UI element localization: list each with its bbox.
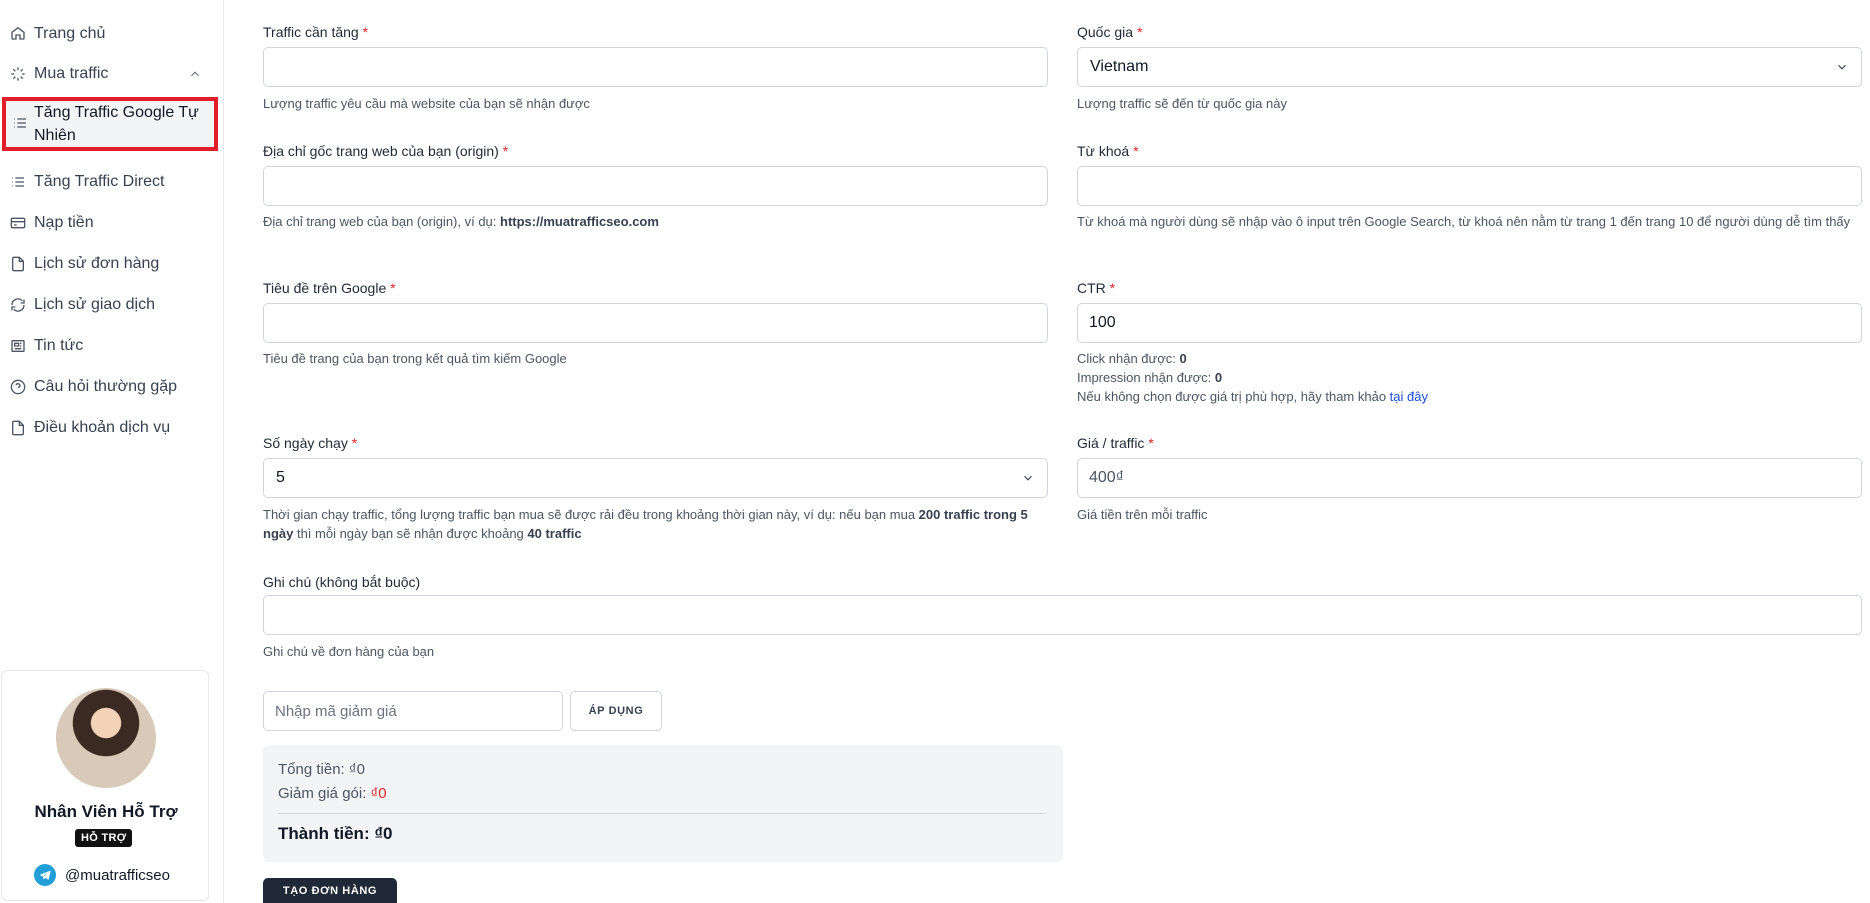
origin-input[interactable] <box>263 166 1048 206</box>
support-name: Nhân Viên Hỗ Trợ <box>34 802 178 821</box>
order-summary: Tổng tiền: ₫0 Giảm giá gói: ₫0 Thành tiề… <box>263 745 1063 862</box>
telegram-handle: @muatrafficseo <box>65 866 170 884</box>
note-input[interactable] <box>263 595 1862 635</box>
sidebar-item-direct[interactable]: Tăng Traffic Direct <box>0 170 224 194</box>
card-icon <box>10 215 26 231</box>
keyword-help: Từ khoá mà người dùng sẽ nhập vào ô inpu… <box>1077 214 1851 229</box>
days-value: 5 <box>276 469 285 486</box>
file-icon <box>10 420 26 436</box>
sidebar-item-label: Lịch sử đơn hàng <box>34 255 160 272</box>
sidebar-item-terms[interactable]: Điều khoản dịch vụ <box>0 416 224 440</box>
title-input[interactable] <box>263 303 1048 343</box>
field-label: Tiêu đề trên Google * <box>263 280 396 296</box>
sidebar-item-transaction-history[interactable]: Lịch sử giao dịch <box>0 293 224 317</box>
apply-coupon-button[interactable]: ÁP DỤNG <box>570 691 662 731</box>
sidebar-item-label: Tăng Traffic Direct <box>34 173 165 190</box>
home-icon <box>10 25 26 41</box>
click-estimate: Click nhận được: 0 <box>1077 351 1187 366</box>
chevron-down-icon <box>1838 64 1846 70</box>
ctr-input[interactable] <box>1077 303 1862 343</box>
sidebar-item-label: Tin tức <box>34 337 84 354</box>
field-label: Quốc gia * <box>1077 24 1143 40</box>
discount-amount: Giảm giá gói: ₫0 <box>278 785 387 802</box>
chevron-down-icon <box>1024 475 1032 481</box>
sidebar-item-label: Nạp tiền <box>34 214 94 231</box>
list-icon <box>12 115 28 131</box>
impression-estimate: Impression nhận được: 0 <box>1077 370 1223 385</box>
field-label: CTR * <box>1077 280 1116 296</box>
help-circle-icon <box>10 379 26 395</box>
field-label: Giá / traffic * <box>1077 435 1154 451</box>
sidebar-item-label: Mua traffic <box>34 65 109 82</box>
sidebar-item-nap-tien[interactable]: Nạp tiền <box>0 211 224 235</box>
price-input <box>1077 458 1862 498</box>
traffic-help: Lượng traffic yêu cầu mà website của bạn… <box>263 96 590 111</box>
sidebar: Trang chủ Mua traffic Tăng Traffic Googl… <box>0 0 224 903</box>
note-help: Ghi chú về đơn hàng của bạn <box>263 644 435 659</box>
field-label: Từ khoá * <box>1077 143 1139 159</box>
sidebar-item-label: Câu hỏi thường gặp <box>34 378 178 395</box>
field-label: Traffic cần tăng * <box>263 24 369 40</box>
field-label: Ghi chú (không bắt buộc) <box>263 574 421 590</box>
title-help: Tiêu đề trang của bạn trong kết quả tìm … <box>263 351 567 366</box>
field-label: Địa chỉ gốc trang web của bạn (origin) * <box>263 143 509 159</box>
country-value: Vietnam <box>1090 58 1149 75</box>
sidebar-item-faq[interactable]: Câu hỏi thường gặp <box>0 375 224 399</box>
sidebar-item-google-organic[interactable]: Tăng Traffic Google Tự Nhiên <box>2 97 218 151</box>
file-icon <box>10 256 26 272</box>
ctr-reference-link[interactable]: tại đây <box>1390 389 1428 404</box>
list-icon <box>10 174 26 190</box>
sidebar-item-label: Trang chủ <box>34 25 106 42</box>
country-select[interactable]: Vietnam <box>1077 47 1862 87</box>
days-select[interactable]: 5 <box>263 458 1048 498</box>
keyword-input[interactable] <box>1077 166 1862 206</box>
final-amount: Thành tiền: ₫0 <box>278 824 393 843</box>
coupon-input[interactable] <box>263 691 563 731</box>
telegram-link[interactable]: @muatrafficseo <box>34 864 170 886</box>
sparkle-icon <box>10 66 26 82</box>
country-help: Lượng traffic sẽ đến từ quốc gia này <box>1077 96 1287 111</box>
sidebar-item-label: Tăng Traffic Google Tự Nhiên <box>34 104 199 144</box>
origin-help: Địa chỉ trang web của bạn (origin), ví d… <box>263 214 659 229</box>
total-amount: Tổng tiền: ₫0 <box>278 761 365 778</box>
support-card: Nhân Viên Hỗ Trợ HỖ TRỢ @muatrafficseo <box>1 670 209 901</box>
create-order-button[interactable]: TẠO ĐƠN HÀNG <box>263 878 397 903</box>
ctr-hint: Nếu không chọn được giá trị phù hợp, hãy… <box>1077 389 1428 404</box>
avatar <box>56 688 156 788</box>
traffic-input[interactable] <box>263 47 1048 87</box>
price-help: Giá tiền trên mỗi traffic <box>1077 507 1208 522</box>
refresh-icon <box>10 297 26 313</box>
support-badge: HỖ TRỢ <box>75 829 133 847</box>
sidebar-item-home[interactable]: Trang chủ <box>0 22 224 46</box>
field-label: Số ngày chạy * <box>263 435 358 451</box>
sidebar-item-mua-traffic[interactable]: Mua traffic <box>0 62 224 86</box>
summary-divider <box>278 813 1046 814</box>
sidebar-item-news[interactable]: Tin tức <box>0 334 224 358</box>
days-help: Thời gian chạy traffic, tổng lượng traff… <box>263 507 1028 541</box>
chevron-up-icon[interactable] <box>188 67 202 81</box>
ctr-help: Click nhận được: 0 Impression nhận được:… <box>1077 349 1428 406</box>
sidebar-item-order-history[interactable]: Lịch sử đơn hàng <box>0 252 224 276</box>
newspaper-icon <box>10 338 26 354</box>
telegram-icon <box>34 864 56 886</box>
sidebar-item-label: Điều khoản dịch vụ <box>34 419 171 436</box>
sidebar-item-label: Lịch sử giao dịch <box>34 296 155 313</box>
